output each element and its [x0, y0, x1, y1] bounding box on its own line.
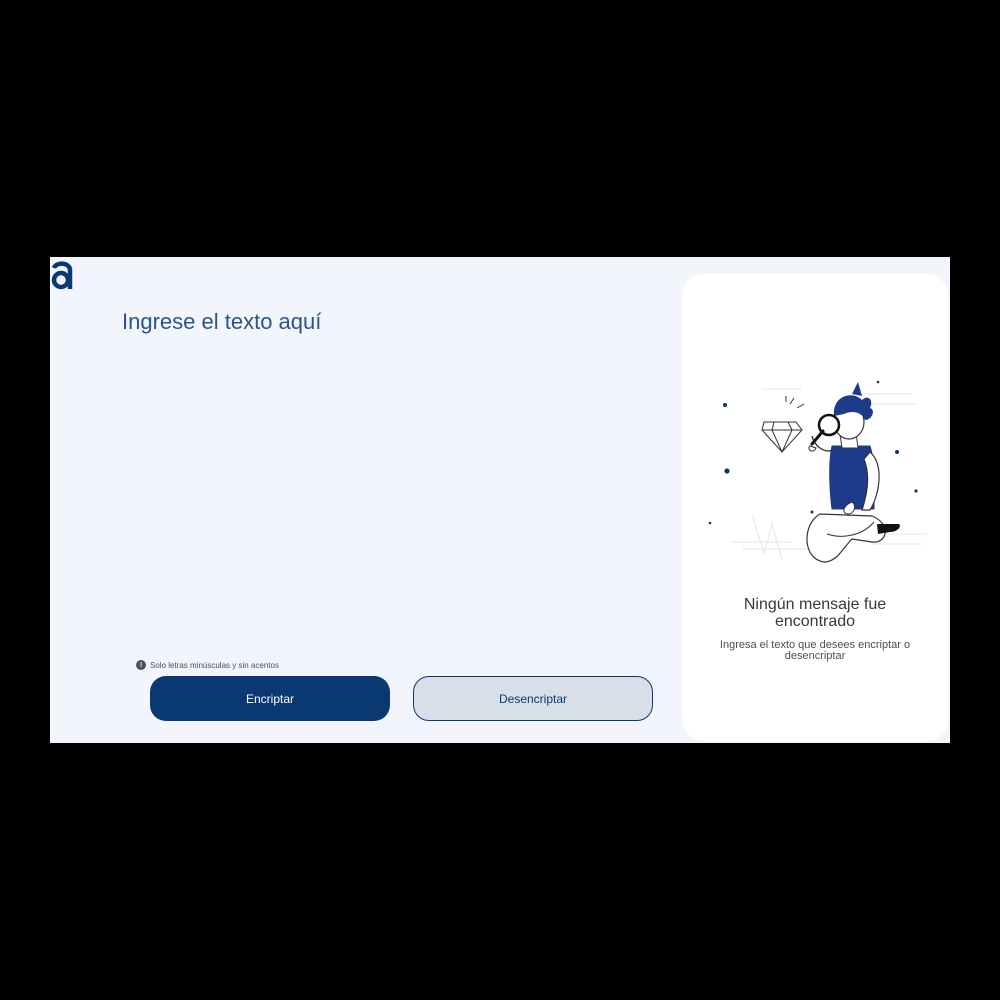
decrypt-button[interactable]: Desencriptar — [413, 676, 653, 721]
alura-logo — [51, 261, 73, 290]
output-panel: Ningún mensaje fue encontrado Ingresa el… — [682, 274, 948, 741]
encrypt-button[interactable]: Encriptar — [150, 676, 390, 721]
text-input[interactable] — [122, 305, 662, 649]
info-icon: ! — [136, 660, 146, 670]
hint-text: Solo letras minúsculas y sin acentos — [150, 660, 279, 670]
empty-message-title: Ningún mensaje fue encontrado — [743, 596, 887, 630]
app-window: ! Solo letras minúsculas y sin acentos E… — [50, 257, 950, 743]
person-with-magnifying-glass-illustration — [708, 380, 927, 563]
hint: ! Solo letras minúsculas y sin acentos — [136, 660, 279, 670]
empty-message-subtitle: Ingresa el texto que desees encriptar o … — [719, 639, 911, 662]
